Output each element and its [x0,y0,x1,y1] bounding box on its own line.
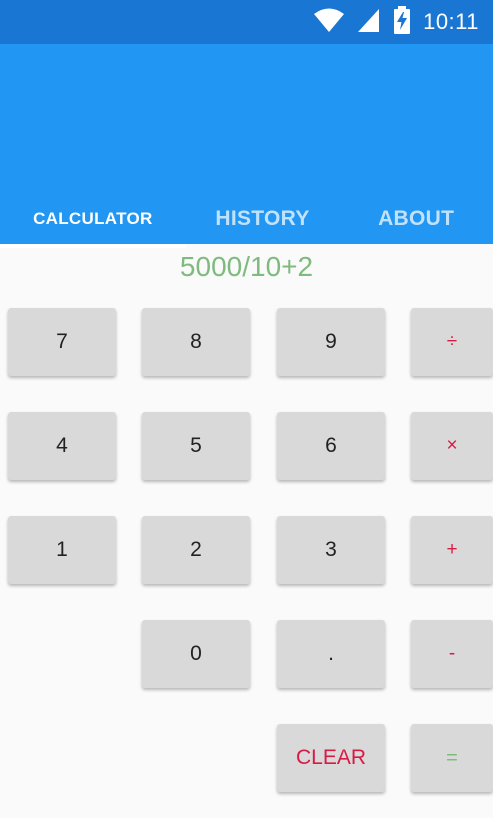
cell-signal-icon [357,7,381,38]
status-time: 10:11 [423,9,479,34]
key-2[interactable]: 2 [142,516,250,584]
equals-button[interactable]: = [411,724,493,792]
tab-history[interactable]: HISTORY [186,194,340,244]
app-bar: CALCULATOR HISTORY ABOUT [0,44,493,248]
multiply-button[interactable]: × [411,412,493,480]
key-6[interactable]: 6 [277,412,385,480]
key-4[interactable]: 4 [8,412,116,480]
key-7[interactable]: 7 [8,308,116,376]
status-icons: 10:11 [313,0,479,44]
wifi-icon [313,7,345,38]
minus-button[interactable]: - [411,620,493,688]
tab-calculator[interactable]: CALCULATOR [0,194,186,248]
key-5[interactable]: 5 [142,412,250,480]
key-9[interactable]: 9 [277,308,385,376]
status-bar: 10:11 [0,0,493,44]
key-3[interactable]: 3 [277,516,385,584]
decimal-point-button[interactable]: . [277,620,385,688]
battery-charging-icon [393,5,411,39]
tab-about[interactable]: ABOUT [339,194,493,244]
key-0[interactable]: 0 [142,620,250,688]
key-8[interactable]: 8 [142,308,250,376]
key-1[interactable]: 1 [8,516,116,584]
clear-button[interactable]: CLEAR [277,724,385,792]
plus-button[interactable]: + [411,516,493,584]
tab-bar: CALCULATOR HISTORY ABOUT [0,194,493,248]
expression-display: 5000/10+2 [179,251,314,282]
divide-button[interactable]: ÷ [411,308,493,376]
